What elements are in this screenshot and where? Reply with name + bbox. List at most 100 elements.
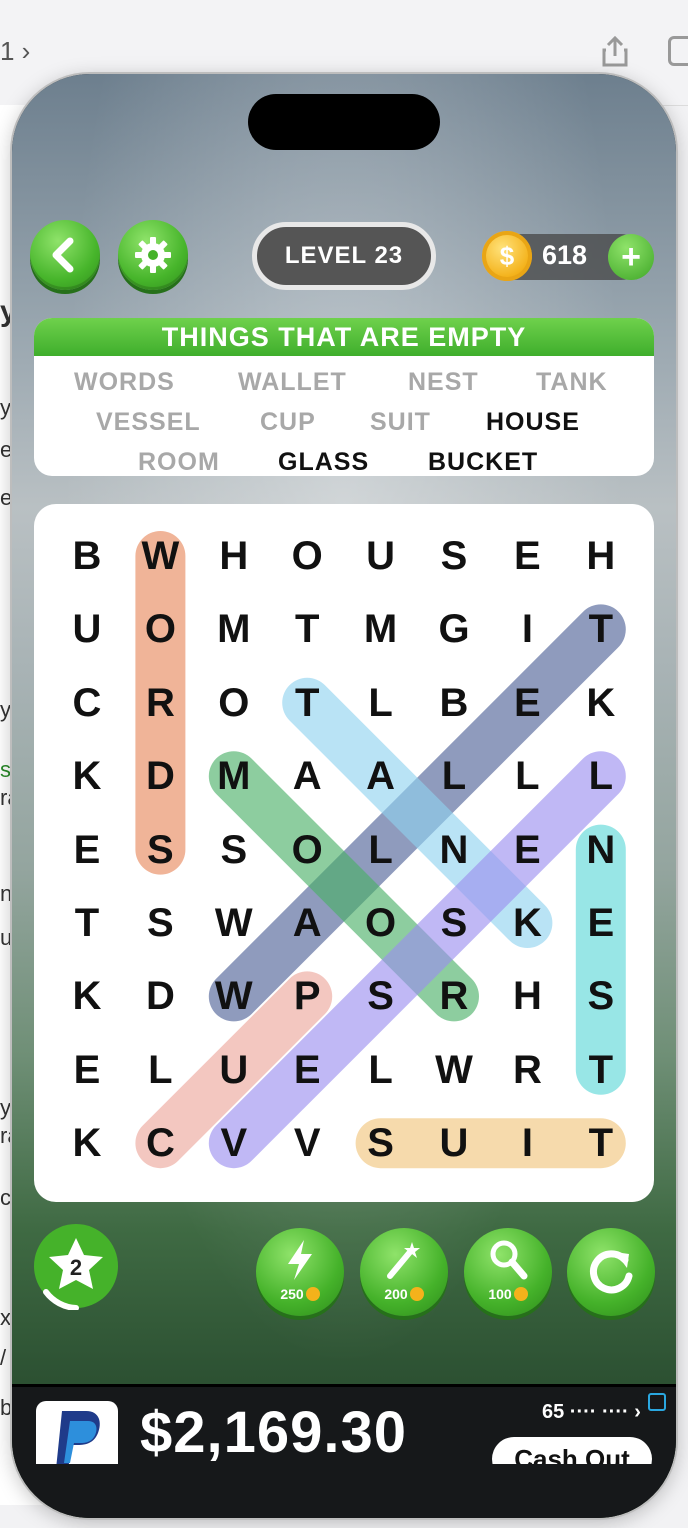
letter-grid[interactable]: BWHOUSEHUOMTMGITCROTLBEKKDMAALLLESSOLNEN… xyxy=(34,504,654,1202)
grid-cell[interactable]: A xyxy=(270,739,344,813)
share-icon[interactable] xyxy=(598,34,632,68)
grid-cell[interactable]: T xyxy=(564,1033,638,1107)
grid-cell[interactable]: T xyxy=(564,1106,638,1180)
grid-cell[interactable]: S xyxy=(344,1106,418,1180)
magnifier-icon xyxy=(490,1240,528,1280)
grid-cell[interactable]: L xyxy=(344,666,418,740)
grid-cell[interactable]: R xyxy=(417,959,491,1033)
grid-cell[interactable]: S xyxy=(417,886,491,960)
grid-cell[interactable]: T xyxy=(564,592,638,666)
fragment: b xyxy=(0,1395,13,1420)
grid-cell[interactable]: L xyxy=(490,739,564,813)
grid-cell[interactable]: S xyxy=(344,959,418,1033)
grid-cell[interactable]: M xyxy=(197,592,271,666)
grid-cell[interactable]: W xyxy=(123,519,197,593)
grid-cell[interactable]: O xyxy=(270,519,344,593)
grid-cell[interactable]: O xyxy=(123,592,197,666)
grid-cell[interactable]: R xyxy=(123,666,197,740)
grid-cell[interactable]: T xyxy=(270,592,344,666)
grid-cell[interactable]: E xyxy=(490,519,564,593)
grid-cell[interactable]: C xyxy=(50,666,124,740)
grid-cell[interactable]: L xyxy=(564,739,638,813)
grid-cell[interactable]: M xyxy=(344,592,418,666)
fragment: y xyxy=(0,1095,11,1120)
grid-cell[interactable]: K xyxy=(490,886,564,960)
word-item: WALLET xyxy=(238,368,347,396)
settings-button[interactable] xyxy=(118,220,188,290)
grid-cell[interactable]: K xyxy=(564,666,638,740)
grid-cell[interactable]: C xyxy=(123,1106,197,1180)
grid-cell[interactable]: S xyxy=(564,959,638,1033)
grid-cell[interactable]: L xyxy=(344,813,418,887)
breadcrumb[interactable]: 1 › xyxy=(0,36,30,67)
star-progress-button[interactable]: 2 xyxy=(32,1222,120,1310)
grid-cell[interactable]: R xyxy=(490,1033,564,1107)
grid-cell[interactable]: H xyxy=(490,959,564,1033)
grid-cell[interactable]: K xyxy=(50,959,124,1033)
grid-cell[interactable]: H xyxy=(564,519,638,593)
grid-cell[interactable]: I xyxy=(490,592,564,666)
star-count: 2 xyxy=(70,1255,82,1280)
grid-cell[interactable]: E xyxy=(50,1033,124,1107)
grid-cell[interactable]: V xyxy=(197,1106,271,1180)
grid-cell[interactable]: M xyxy=(197,739,271,813)
grid-cell[interactable]: B xyxy=(417,666,491,740)
grid-cell[interactable]: S xyxy=(417,519,491,593)
word-item: GLASS xyxy=(278,448,370,476)
fragment: u xyxy=(0,925,13,950)
grid-cell[interactable]: U xyxy=(344,519,418,593)
search-hint-button[interactable]: 100 xyxy=(464,1228,552,1316)
grid-cell[interactable]: B xyxy=(50,519,124,593)
grid-cell[interactable]: U xyxy=(417,1106,491,1180)
grid-cell[interactable]: T xyxy=(50,886,124,960)
grid-cell[interactable]: W xyxy=(197,886,271,960)
grid-cell[interactable]: K xyxy=(50,739,124,813)
grid-cell[interactable]: E xyxy=(270,1033,344,1107)
grid-cell[interactable]: H xyxy=(197,519,271,593)
grid-cell[interactable]: E xyxy=(490,666,564,740)
grid-cell[interactable]: U xyxy=(197,1033,271,1107)
back-button[interactable] xyxy=(30,220,100,290)
grid-cell[interactable]: I xyxy=(490,1106,564,1180)
grid-cell[interactable]: W xyxy=(417,1033,491,1107)
grid-cell[interactable]: O xyxy=(344,886,418,960)
grid-cell[interactable]: S xyxy=(123,813,197,887)
grid-cell[interactable]: L xyxy=(344,1033,418,1107)
grid-cell[interactable]: A xyxy=(270,886,344,960)
ad-banner[interactable]: $2,169.30 65 ···· ···· › Cash Out xyxy=(12,1384,676,1481)
grid-cell[interactable]: G xyxy=(417,592,491,666)
grid-cell[interactable]: S xyxy=(197,813,271,887)
grid-cell[interactable]: L xyxy=(417,739,491,813)
add-coins-button[interactable]: + xyxy=(608,234,654,280)
grid-cell[interactable]: A xyxy=(344,739,418,813)
grid-cell[interactable]: V xyxy=(270,1106,344,1180)
grid-cell[interactable]: E xyxy=(50,813,124,887)
fragment: n xyxy=(0,881,13,906)
search-price: 100 xyxy=(464,1286,552,1302)
grid-cell[interactable]: N xyxy=(564,813,638,887)
lightning-hint-button[interactable]: 250 xyxy=(256,1228,344,1316)
magic-wand-hint-button[interactable]: 200 xyxy=(360,1228,448,1316)
grid-cell[interactable]: O xyxy=(197,666,271,740)
grid-cell[interactable]: D xyxy=(123,959,197,1033)
copy-icon[interactable] xyxy=(668,36,688,66)
game-screen: LEVEL 23 $ 618 + THINGS THAT ARE EMPTY W… xyxy=(12,74,676,1518)
grid-cell[interactable]: U xyxy=(50,592,124,666)
grid-cell[interactable]: O xyxy=(270,813,344,887)
grid-cell[interactable]: E xyxy=(490,813,564,887)
ad-choices-icon[interactable] xyxy=(648,1393,666,1411)
category-title: THINGS THAT ARE EMPTY xyxy=(34,318,654,356)
gear-icon xyxy=(135,237,171,273)
shuffle-button[interactable] xyxy=(567,1228,655,1316)
grid-cell[interactable]: D xyxy=(123,739,197,813)
grid-cell[interactable]: P xyxy=(270,959,344,1033)
grid-cell[interactable]: S xyxy=(123,886,197,960)
word-item: VESSEL xyxy=(96,408,201,436)
grid-cell[interactable]: N xyxy=(417,813,491,887)
grid-cell[interactable]: K xyxy=(50,1106,124,1180)
grid-cell[interactable]: W xyxy=(197,959,271,1033)
grid-cell[interactable]: E xyxy=(564,886,638,960)
grid-cell[interactable]: L xyxy=(123,1033,197,1107)
coin-icon: $ xyxy=(482,231,532,281)
grid-cell[interactable]: T xyxy=(270,666,344,740)
